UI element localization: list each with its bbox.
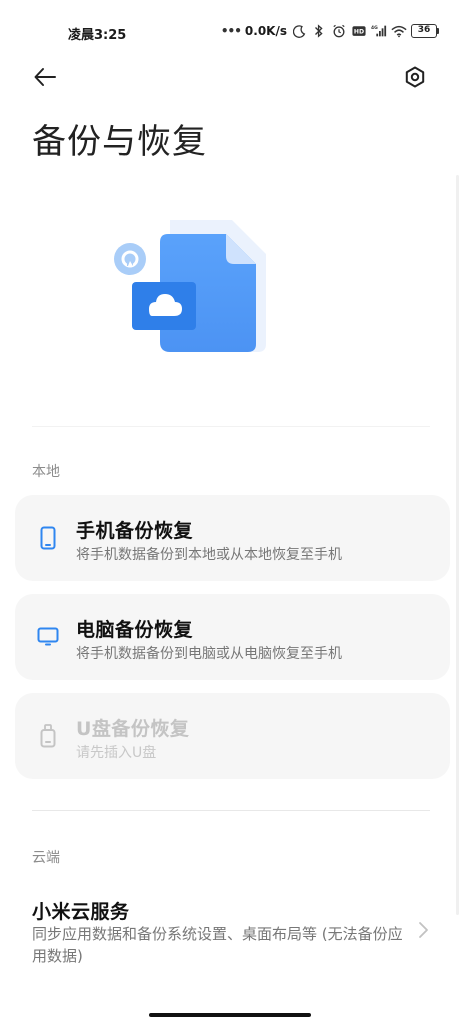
backup-illustration [100,212,280,372]
svg-text:HD: HD [354,29,364,36]
divider [32,426,430,427]
page-title: 备份与恢复 [32,122,207,162]
phone-icon [37,525,59,551]
svg-text:4G: 4G [371,25,378,31]
bluetooth-icon [311,23,327,39]
mi-cloud-item[interactable]: 小米云服务 同步应用数据和备份系统设置、桌面布局等 (无法备份应用数据) [0,885,461,975]
usb-backup-title: U盘备份恢复 [76,718,190,740]
back-button[interactable] [30,62,60,92]
phone-backup-subtitle: 将手机数据备份到本地或从本地恢复至手机 [76,547,342,563]
computer-backup-title: 电脑备份恢复 [76,619,194,641]
mi-cloud-subtitle: 同步应用数据和备份系统设置、桌面布局等 (无法备份应用数据) [32,925,403,965]
status-dots: ••• [220,24,242,38]
home-indicator[interactable] [149,1013,311,1017]
usb-backup-item[interactable]: U盘备份恢复 请先插入U盘 [15,693,450,779]
chevron-right-icon [416,921,430,939]
hd-icon: HD [351,23,367,39]
4g-signal-icon: 4G [371,23,387,39]
usb-drive-icon [37,723,59,749]
network-speed: 0.0K/s [244,24,287,38]
screen: 凌晨3:25 ••• 0.0K/s HD 4G 36 备份与恢复 本地 手机备份… [0,0,461,1025]
computer-icon [37,624,59,650]
section-label-local: 本地 [32,464,60,480]
computer-backup-subtitle: 将手机数据备份到电脑或从电脑恢复至手机 [76,646,342,662]
phone-backup-title: 手机备份恢复 [76,520,194,542]
settings-icon [405,66,425,88]
mi-cloud-title: 小米云服务 [32,901,130,923]
alarm-icon [331,23,347,39]
battery-icon: 36 [411,24,439,38]
scroll-indicator[interactable] [456,175,459,915]
moon-icon [291,23,307,39]
wifi-icon [391,23,407,39]
computer-backup-item[interactable]: 电脑备份恢复 将手机数据备份到电脑或从电脑恢复至手机 [15,594,450,680]
battery-level: 36 [411,24,437,38]
settings-button[interactable] [400,62,430,92]
usb-backup-subtitle: 请先插入U盘 [76,745,157,761]
back-arrow-icon [34,68,56,86]
section-label-cloud: 云端 [32,850,60,866]
status-icons: ••• 0.0K/s HD 4G 36 [221,23,439,39]
status-bar: 凌晨3:25 ••• 0.0K/s HD 4G 36 [0,20,461,46]
status-time: 凌晨3:25 [68,28,127,43]
phone-backup-item[interactable]: 手机备份恢复 将手机数据备份到本地或从本地恢复至手机 [15,495,450,581]
section-divider [32,810,430,811]
